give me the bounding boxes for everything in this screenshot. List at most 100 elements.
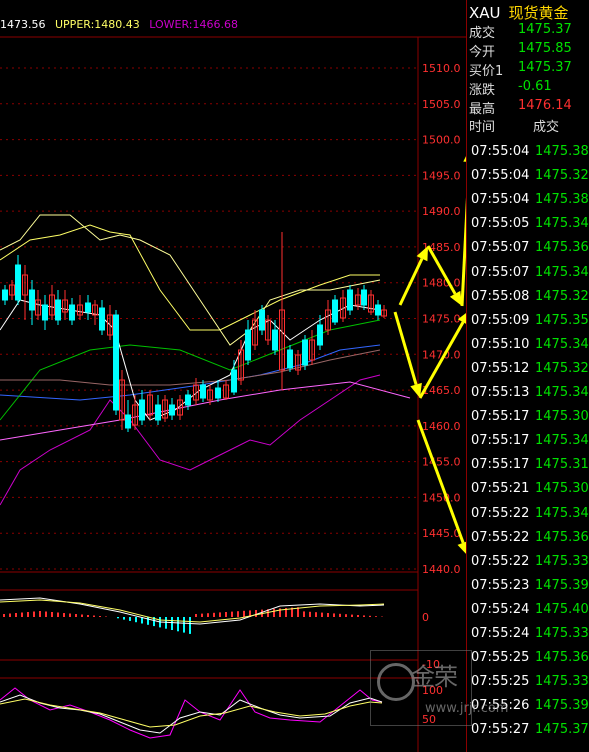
- price-tick-label: 1495.0: [422, 169, 461, 182]
- trade-price: 1475.38: [535, 144, 589, 159]
- trade-price: 1475.32: [535, 288, 589, 304]
- trades-header-price: 成交: [533, 120, 560, 135]
- price-tick-label: 1460.0: [422, 420, 461, 433]
- candle-body: [185, 394, 191, 406]
- candle-body: [99, 307, 105, 331]
- trade-row: 07:55:27 1475.37: [469, 722, 589, 746]
- trade-price: 1475.37: [535, 722, 589, 738]
- trade-row: 07:55:07 1475.36: [469, 240, 589, 264]
- quote-label: 买价1: [469, 64, 504, 79]
- trade-row: 07:55:08 1475.32: [469, 289, 589, 313]
- quote-label: 最高: [469, 102, 496, 117]
- trade-time: 07:55:22: [471, 529, 530, 545]
- quote-row: 买价1 1475.37: [469, 60, 588, 79]
- trade-price: 1475.33: [535, 626, 589, 641]
- candle-body: [15, 264, 21, 301]
- quote-value: 1475.37: [518, 60, 572, 75]
- kdj-line: [0, 687, 383, 739]
- indicator-legend: 1473.56 UPPER:1480.43 LOWER:1466.68: [0, 18, 244, 31]
- quote-header: XAU 现货黄金: [469, 2, 569, 23]
- trade-time: 07:55:10: [471, 336, 530, 352]
- watermark-text: 金荣: [411, 663, 458, 691]
- quote-panel: XAU 现货黄金 成交 1475.37 今开 1475.85 买价1 1475.37 涨跌 -0…: [466, 0, 589, 752]
- price-tick-label: 1510.0: [422, 62, 461, 75]
- trade-row: 07:55:04 1475.38: [469, 144, 589, 168]
- kdj-line: [0, 698, 383, 728]
- candle-body: [169, 404, 175, 416]
- trade-time: 07:55:23: [471, 577, 530, 593]
- trade-row: 07:55:17 1475.34: [469, 433, 589, 457]
- trade-time: 07:55:25: [471, 674, 530, 690]
- trade-row: 07:55:12 1475.32: [469, 361, 589, 385]
- trade-time: 07:55:09: [471, 312, 530, 328]
- trade-price: 1475.39: [535, 577, 589, 593]
- trade-time: 07:55:12: [471, 360, 530, 376]
- trade-price: 1475.32: [535, 168, 589, 184]
- watermark-logo: 金荣 www.jrjr.com: [370, 650, 508, 726]
- trades-header: 时间 成交: [469, 116, 587, 135]
- trade-time: 07:55:17: [471, 409, 530, 425]
- quote-row: 最高 1476.14: [469, 98, 588, 117]
- trade-time: 07:55:08: [471, 288, 530, 304]
- trade-time: 07:55:17: [471, 457, 530, 473]
- watermark-url: www.jrjr.com: [425, 701, 509, 716]
- legend-lower: LOWER:1466.68: [149, 18, 239, 31]
- quote-value: -0.61: [518, 79, 552, 94]
- trade-price: 1475.33: [535, 553, 589, 569]
- trade-time: 07:55:04: [471, 144, 530, 159]
- candle-body: [287, 349, 293, 369]
- trade-row: 07:55:25 1475.36: [469, 650, 589, 674]
- trade-price: 1475.34: [535, 385, 589, 400]
- candle-body: [2, 289, 8, 301]
- trade-time: 07:55:22: [471, 505, 530, 521]
- trade-row: 07:55:13 1475.34: [469, 385, 589, 409]
- trade-price: 1475.36: [535, 529, 589, 545]
- trade-time: 07:55:24: [471, 626, 530, 641]
- candle-body: [245, 329, 251, 361]
- price-tick-label: 1490.0: [422, 205, 461, 218]
- quote-row: 涨跌 -0.61: [469, 79, 588, 98]
- trade-time: 07:55:17: [471, 433, 530, 449]
- quote-label: 今开: [469, 45, 496, 60]
- trade-price: 1475.33: [535, 674, 589, 690]
- macd-tick-label: 0: [422, 611, 429, 624]
- trades-header-time: 时间: [469, 120, 496, 135]
- trade-row: 07:55:24 1475.33: [469, 626, 589, 650]
- instrument-name: 现货黄金: [508, 4, 569, 22]
- trade-row: 07:55:09 1475.35: [469, 313, 589, 337]
- candle-body: [155, 404, 161, 421]
- quote-row: 今开 1475.85: [469, 41, 588, 60]
- trade-row: 07:55:10 1475.34: [469, 337, 589, 361]
- quote-label: 成交: [469, 26, 496, 41]
- trade-price: 1475.34: [535, 216, 589, 232]
- signal-line: [0, 599, 385, 623]
- candle-body: [29, 289, 35, 311]
- trade-price: 1475.34: [535, 264, 589, 280]
- quote-value: 1476.14: [518, 98, 572, 113]
- legend-mid: 1473.56: [0, 18, 46, 31]
- quote-label: 涨跌: [469, 83, 496, 98]
- candle-body: [375, 304, 381, 316]
- trade-row: 07:55:22 1475.33: [469, 554, 589, 578]
- trade-price: 1475.38: [535, 192, 589, 208]
- candle-body: [231, 369, 237, 393]
- trade-row: 07:55:22 1475.34: [469, 506, 589, 530]
- trade-time: 07:55:21: [471, 481, 530, 497]
- candle-body: [85, 302, 91, 313]
- annotation-arrow: [398, 258, 424, 306]
- trade-price: 1475.32: [535, 360, 589, 376]
- candle-body: [272, 329, 278, 351]
- ma-line: [0, 349, 381, 386]
- logo-icon: [377, 663, 415, 701]
- price-tick-label: 1475.0: [422, 313, 461, 326]
- trade-price: 1475.30: [535, 481, 589, 497]
- trade-price: 1475.40: [535, 601, 589, 617]
- trade-price: 1475.35: [535, 312, 589, 328]
- trade-price: 1475.34: [535, 433, 589, 449]
- quote-row: 成交 1475.37: [469, 22, 588, 41]
- trade-row: 07:55:05 1475.34: [469, 216, 589, 240]
- candle-body: [317, 324, 323, 346]
- candle-body: [347, 289, 353, 311]
- trade-time: 07:55:04: [471, 192, 530, 208]
- candle-body: [139, 399, 145, 421]
